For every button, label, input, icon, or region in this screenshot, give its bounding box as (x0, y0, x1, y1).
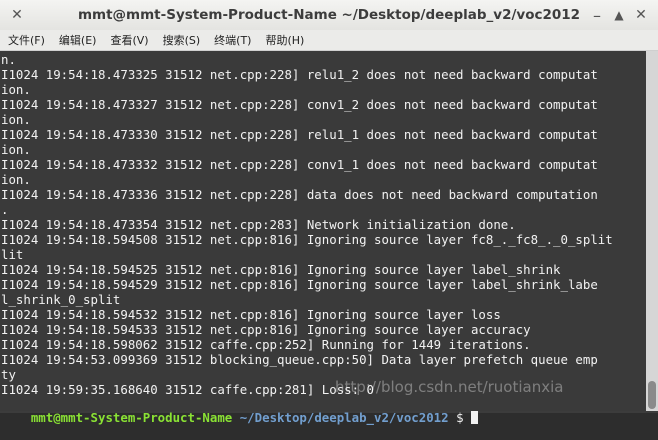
terminal-line: I1024 19:54:18.473336 31512 net.cpp:228]… (1, 187, 598, 202)
maximize-icon[interactable]: ▲ (610, 6, 628, 24)
terminal-line: l_shrink_0_split (1, 292, 121, 307)
menu-view[interactable]: 查看(V) (110, 32, 148, 48)
minimize-icon[interactable]: – (588, 6, 606, 25)
terminal-line: I1024 19:54:18.594533 31512 net.cpp:816]… (1, 322, 531, 337)
terminal-line: n. (1, 52, 16, 67)
menu-help[interactable]: 帮助(H) (265, 32, 304, 48)
terminal-line: lit (1, 247, 24, 262)
terminal-line: ion. (1, 172, 31, 187)
terminal-line: I1024 19:54:18.594529 31512 net.cpp:816]… (1, 277, 598, 292)
terminal-line: . (1, 202, 9, 217)
menu-terminal[interactable]: 终端(T) (214, 32, 251, 48)
terminal-line: I1024 19:54:18.594525 31512 net.cpp:816]… (1, 262, 561, 277)
prompt-dollar: $ (448, 410, 471, 425)
shell-prompt[interactable]: mmt@mmt-System-Product-Name ~/Desktop/de… (1, 395, 478, 440)
prompt-user: mmt@mmt-System-Product-Name (30, 410, 233, 425)
window-title: mmt@mmt-System-Product-Name ~/Desktop/de… (77, 7, 581, 23)
terminal-line: I1024 19:54:18.473354 31512 net.cpp:283]… (1, 217, 516, 232)
terminal-line: I1024 19:54:18.473327 31512 net.cpp:228]… (1, 97, 598, 112)
terminal-line: I1024 19:54:53.099369 31512 blocking_que… (1, 352, 598, 367)
watermark: http://blog.csdn.net/ruotianxia (335, 378, 564, 396)
terminal-line: I1024 19:54:18.594532 31512 net.cpp:816]… (1, 307, 501, 322)
terminal-line: I1024 19:54:18.594508 31512 net.cpp:816]… (1, 232, 613, 247)
prompt-path: ~/Desktop/deeplab_v2/voc2012 (232, 410, 449, 425)
terminal-line: I1024 19:54:18.473330 31512 net.cpp:228]… (1, 127, 598, 142)
menu-bar: 文件(F) 编辑(E) 查看(V) 搜索(S) 终端(T) 帮助(H) (0, 30, 658, 51)
terminal-line: ion. (1, 112, 31, 127)
title-bar[interactable]: ✕ mmt@mmt-System-Product-Name ~/Desktop/… (0, 0, 658, 30)
terminal-line: I1024 19:54:18.598062 31512 caffe.cpp:25… (1, 337, 531, 352)
menu-edit[interactable]: 编辑(E) (59, 32, 97, 48)
terminal-line: I1024 19:54:18.473332 31512 net.cpp:228]… (1, 157, 598, 172)
terminal-line: ion. (1, 142, 31, 157)
terminal-output[interactable]: n. I1024 19:54:18.473325 31512 net.cpp:2… (0, 51, 646, 411)
scrollbar[interactable] (646, 51, 658, 411)
menu-search[interactable]: 搜索(S) (163, 32, 201, 48)
terminal-window: ✕ mmt@mmt-System-Product-Name ~/Desktop/… (0, 0, 658, 425)
close-window-icon[interactable]: ✕ (632, 6, 650, 24)
scrollbar-thumb[interactable] (648, 381, 656, 409)
terminal-line: I1024 19:54:18.473325 31512 net.cpp:228]… (1, 67, 598, 82)
menu-file[interactable]: 文件(F) (8, 32, 45, 48)
terminal-line: ion. (1, 82, 31, 97)
